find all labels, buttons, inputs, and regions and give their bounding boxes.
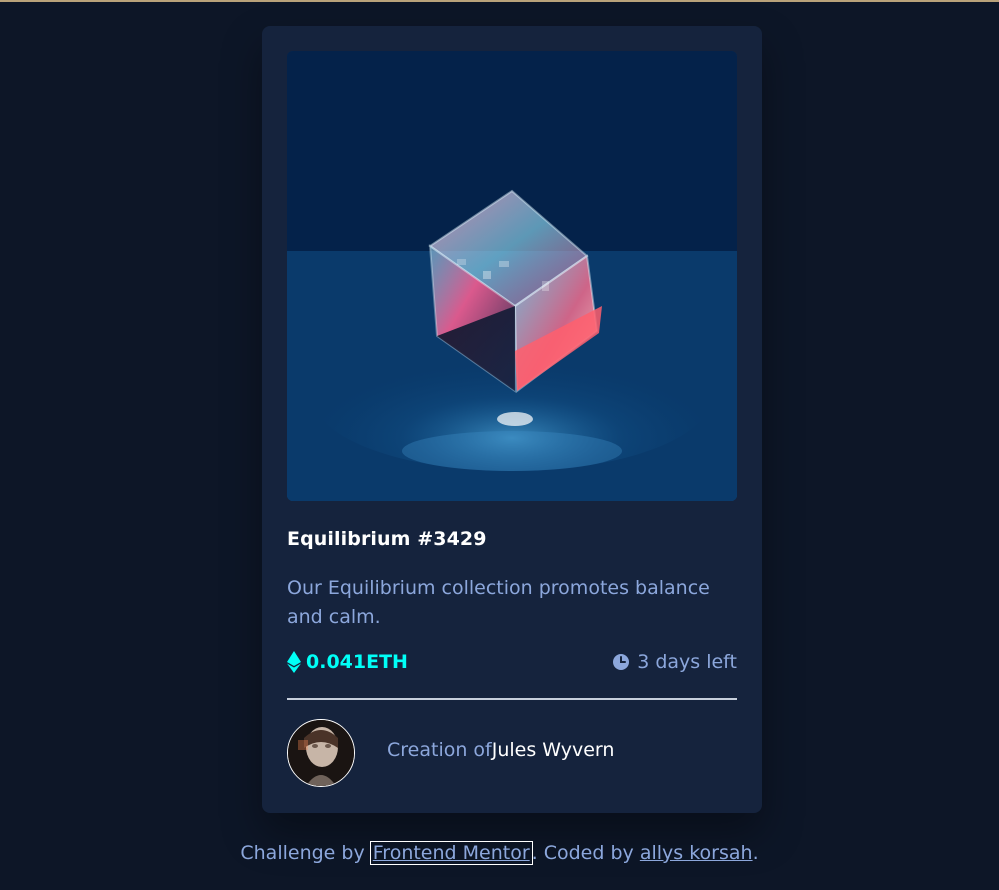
creator-prefix: Creation of (387, 739, 492, 761)
creator-row: Creation ofJules Wyvern (287, 719, 737, 787)
creator-avatar (287, 719, 355, 787)
card-divider (287, 698, 737, 700)
ethereum-icon (287, 651, 301, 673)
footer-prefix: Challenge by (240, 842, 371, 864)
nft-description: Our Equilibrium collection promotes bala… (287, 577, 710, 628)
nft-preview-card: Equilibrium #3429 Our Equilibrium collec… (262, 26, 762, 813)
footer-suffix: . (752, 842, 759, 864)
clock-icon (613, 654, 630, 670)
time-left-text: 3 days left (637, 651, 737, 673)
creator-credit: Creation ofJules Wyvern (387, 739, 614, 761)
equilibrium-image[interactable] (287, 51, 737, 501)
creator-name-link[interactable]: Jules Wyvern (492, 739, 615, 761)
nft-meta-row: 0.041ETH 3 days left (287, 651, 737, 681)
attribution-footer: Challenge by Frontend Mentor. Coded by a… (0, 841, 999, 865)
nft-title[interactable]: Equilibrium #3429 (287, 528, 487, 550)
top-border-strip (0, 0, 999, 2)
footer-middle: . Coded by (531, 842, 640, 864)
author-link[interactable]: allys korsah (640, 842, 753, 864)
price-value: 0.041ETH (306, 651, 408, 673)
price-info: 0.041ETH (287, 651, 408, 673)
time-left-info: 3 days left (612, 651, 737, 673)
frontend-mentor-link[interactable]: Frontend Mentor (369, 841, 533, 865)
